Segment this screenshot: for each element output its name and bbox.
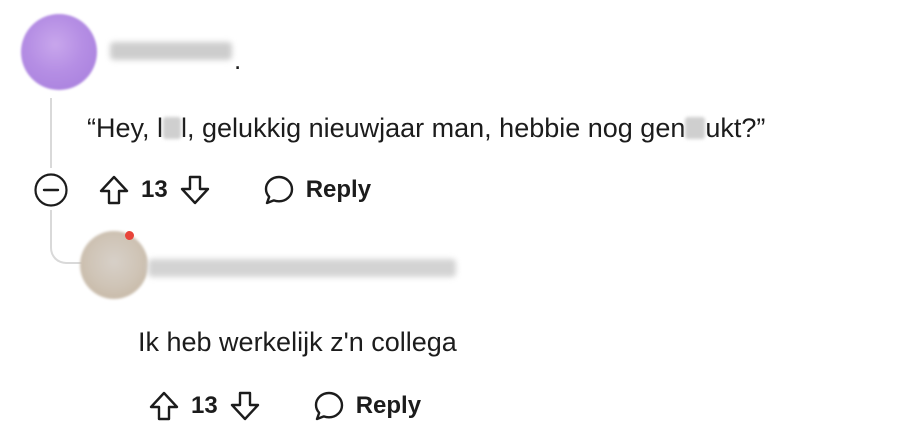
username-blurred[interactable]	[148, 259, 456, 277]
comment-body: “Hey, l l, gelukkig nieuwjaar man, hebbie…	[87, 112, 765, 144]
reply-label: Reply	[305, 176, 372, 203]
downvote-icon[interactable]	[178, 173, 212, 207]
downvote-icon[interactable]	[228, 389, 262, 423]
username-blurred[interactable]	[110, 42, 232, 60]
comment-actions: 13 Reply	[147, 386, 421, 426]
reply-button[interactable]: Reply	[262, 173, 371, 207]
speech-bubble-icon	[312, 389, 346, 423]
thread-line-main	[50, 98, 52, 168]
minus-circle-icon[interactable]	[33, 172, 69, 208]
comment-text-part: l, gelukkig nieuwjaar man, hebbie nog ge…	[181, 113, 686, 143]
vote-count: 13	[191, 392, 218, 419]
upvote-icon[interactable]	[97, 173, 131, 207]
upvote-icon[interactable]	[147, 389, 181, 423]
comment-actions: 13 Reply	[33, 170, 371, 210]
comment-text-part: ukt?”	[705, 113, 766, 143]
comment-text-part: “Hey, l	[87, 113, 164, 143]
speech-bubble-icon	[262, 173, 296, 207]
reply-button[interactable]: Reply	[312, 389, 421, 423]
reply-label: Reply	[355, 392, 422, 419]
avatar-status-badge	[125, 231, 134, 240]
censored-text	[685, 117, 706, 139]
meta-separator: .	[234, 45, 242, 75]
vote-count: 13	[141, 176, 168, 203]
avatar[interactable]	[80, 231, 148, 299]
comment-body: Ik heb werkelijk z'n collega	[138, 327, 457, 357]
thread-line-connector	[50, 210, 82, 264]
avatar[interactable]	[21, 14, 97, 90]
censored-text	[163, 117, 182, 139]
